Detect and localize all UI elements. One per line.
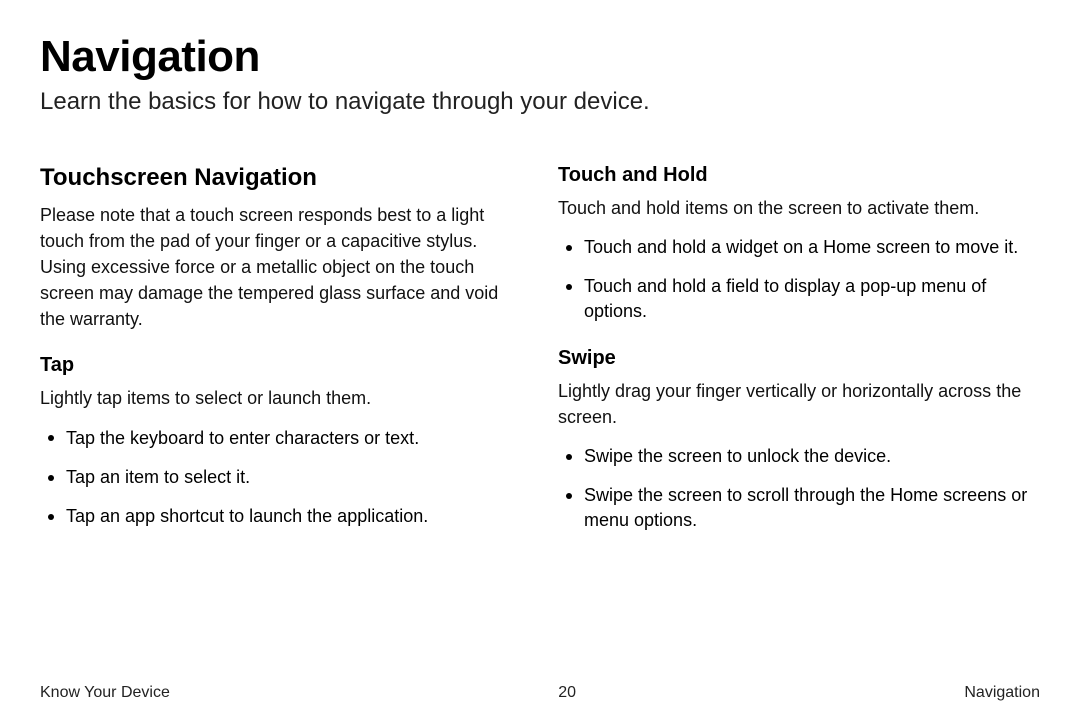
list-item: Touch and hold a field to display a pop-… bbox=[558, 274, 1040, 324]
swipe-intro: Lightly drag your finger vertically or h… bbox=[558, 378, 1040, 430]
touchscreen-intro: Please note that a touch screen responds… bbox=[40, 202, 522, 332]
list-item: Tap an item to select it. bbox=[40, 465, 522, 490]
list-item: Tap an app shortcut to launch the applic… bbox=[40, 504, 522, 529]
tap-intro: Lightly tap items to select or launch th… bbox=[40, 385, 522, 411]
page-title: Navigation bbox=[40, 32, 1040, 82]
heading-swipe: Swipe bbox=[558, 347, 1040, 370]
page-subtitle: Learn the basics for how to navigate thr… bbox=[40, 88, 1040, 116]
swipe-list: Swipe the screen to unlock the device. S… bbox=[558, 444, 1040, 534]
heading-touchscreen-navigation: Touchscreen Navigation bbox=[40, 164, 522, 192]
page-footer: Know Your Device 20 Navigation bbox=[40, 676, 1040, 702]
touch-and-hold-intro: Touch and hold items on the screen to ac… bbox=[558, 195, 1040, 221]
right-column: Touch and Hold Touch and hold items on t… bbox=[558, 164, 1040, 676]
heading-tap: Tap bbox=[40, 354, 522, 377]
footer-section-name: Know Your Device bbox=[40, 684, 170, 702]
footer-topic-name: Navigation bbox=[964, 684, 1040, 702]
footer-page-number: 20 bbox=[558, 684, 576, 702]
content-columns: Touchscreen Navigation Please note that … bbox=[40, 164, 1040, 676]
left-column: Touchscreen Navigation Please note that … bbox=[40, 164, 522, 676]
tap-list: Tap the keyboard to enter characters or … bbox=[40, 426, 522, 530]
list-item: Touch and hold a widget on a Home screen… bbox=[558, 235, 1040, 260]
list-item: Swipe the screen to unlock the device. bbox=[558, 444, 1040, 469]
document-page: Navigation Learn the basics for how to n… bbox=[0, 0, 1080, 720]
touch-and-hold-list: Touch and hold a widget on a Home screen… bbox=[558, 235, 1040, 325]
list-item: Swipe the screen to scroll through the H… bbox=[558, 483, 1040, 533]
list-item: Tap the keyboard to enter characters or … bbox=[40, 426, 522, 451]
heading-touch-and-hold: Touch and Hold bbox=[558, 164, 1040, 187]
